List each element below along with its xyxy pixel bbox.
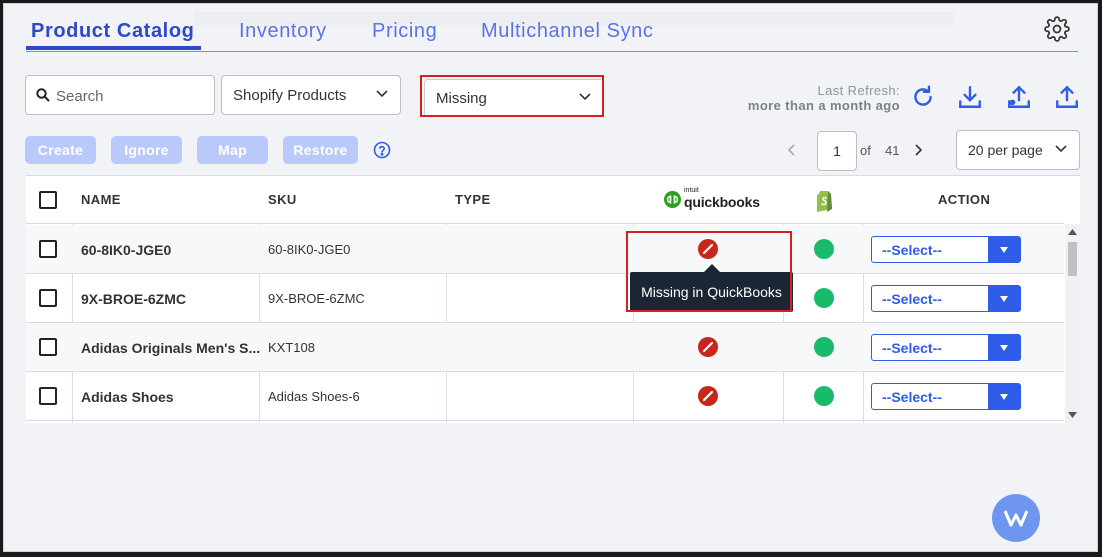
status-filter-highlight [420, 75, 604, 117]
product-name: Adidas Shoes [81, 389, 174, 405]
active-tab-underline [26, 46, 201, 50]
scroll-up-icon[interactable] [1068, 229, 1077, 235]
header-type[interactable]: TYPE [455, 176, 491, 224]
tab-pricing[interactable]: Pricing [372, 20, 437, 43]
product-name: 9X-BROE-6ZMC [81, 291, 187, 307]
per-page-select[interactable]: 20 per page [956, 130, 1080, 170]
product-name: 60-8IK0-JGE0 [81, 242, 172, 258]
tab-inventory[interactable]: Inventory [239, 20, 327, 43]
page-number-input[interactable]: 1 [817, 131, 857, 171]
download-icon[interactable] [957, 84, 983, 110]
product-sku: KXT108 [268, 340, 315, 355]
shopify-logo-icon [817, 191, 832, 212]
next-page-icon[interactable] [915, 144, 923, 156]
row-action-select[interactable]: --Select-- [871, 383, 1021, 410]
product-source-value: Shopify Products [233, 87, 347, 104]
last-refresh-label: Last Refresh: [817, 83, 900, 98]
tab-bar: Product Catalog Inventory Pricing Multic… [26, 4, 1078, 52]
app-window: Product Catalog Inventory Pricing Multic… [3, 3, 1098, 552]
map-button[interactable]: Map [197, 136, 268, 164]
synced-status-icon [814, 337, 834, 357]
row-action-value: --Select-- [882, 389, 942, 405]
dropdown-arrow-icon [988, 286, 1020, 311]
scroll-down-icon[interactable] [1068, 412, 1077, 418]
quickbooks-logo-small-text: intuit [684, 187, 699, 194]
last-refresh-value: more than a month ago [747, 98, 900, 113]
row-action-value: --Select-- [882, 291, 942, 307]
product-source-select[interactable]: Shopify Products [221, 75, 401, 115]
search-field[interactable] [25, 75, 215, 115]
create-button[interactable]: Create [25, 136, 96, 164]
settings-gear-icon[interactable] [1044, 16, 1070, 42]
last-refresh-info: Last Refresh: more than a month ago [748, 83, 900, 113]
synced-status-icon [814, 288, 834, 308]
header-sku[interactable]: SKU [268, 176, 297, 224]
row-checkbox[interactable] [39, 289, 57, 307]
scrollbar-thumb[interactable] [1068, 242, 1077, 276]
row-action-select[interactable]: --Select-- [871, 236, 1021, 263]
synced-status-icon [814, 386, 834, 406]
search-icon [36, 88, 50, 102]
table-header: NAME SKU TYPE intuit quickbooks ACTION [26, 176, 1064, 224]
row-checkbox[interactable] [39, 240, 57, 258]
chevron-down-icon [1055, 145, 1067, 153]
upload-settings-icon[interactable] [1006, 84, 1032, 110]
select-all-checkbox[interactable] [39, 191, 57, 209]
previous-page-icon[interactable] [787, 144, 795, 156]
row-checkbox[interactable] [39, 338, 57, 356]
missing-status-icon[interactable] [698, 386, 718, 406]
dropdown-arrow-icon [988, 384, 1020, 409]
row-action-value: --Select-- [882, 242, 942, 258]
row-action-value: --Select-- [882, 340, 942, 356]
quickbooks-logo-text: quickbooks [684, 194, 760, 210]
product-name: Adidas Originals Men's S... [81, 340, 261, 356]
product-sku: Adidas Shoes-6 [268, 389, 360, 404]
table-row[interactable]: 60-8IK0-JGE0 60-8IK0-JGE0 --Select-- [26, 225, 1064, 274]
quickbooks-status-highlight [626, 231, 792, 312]
row-checkbox[interactable] [39, 387, 57, 405]
search-input[interactable] [56, 86, 206, 106]
table-row[interactable]: 9X-BROE-6ZMC 9X-BROE-6ZMC --Select-- [26, 274, 1064, 323]
product-sku: 60-8IK0-JGE0 [268, 242, 351, 257]
missing-status-icon[interactable] [698, 337, 718, 357]
per-page-value: 20 per page [968, 142, 1043, 158]
dropdown-arrow-icon [988, 237, 1020, 262]
tab-multichannel-sync[interactable]: Multichannel Sync [481, 20, 654, 43]
chat-widget-button[interactable] [992, 494, 1040, 542]
header-action: ACTION [938, 192, 991, 207]
tab-product-catalog[interactable]: Product Catalog [31, 20, 194, 43]
table-row[interactable]: Adidas Shoes Adidas Shoes-6 --Select-- [26, 372, 1064, 421]
restore-button[interactable]: Restore [283, 136, 358, 164]
synced-status-icon [814, 239, 834, 259]
help-icon[interactable] [373, 141, 391, 159]
product-table: NAME SKU TYPE intuit quickbooks ACTION 6… [26, 175, 1080, 423]
page-total: 41 [885, 143, 900, 158]
table-row[interactable]: Adidas Originals Men's S... KXT108 --Sel… [26, 323, 1064, 372]
refresh-icon[interactable] [910, 84, 936, 110]
product-sku: 9X-BROE-6ZMC [268, 291, 365, 306]
upload-icon[interactable] [1054, 84, 1080, 110]
quickbooks-logo-icon [664, 191, 681, 208]
row-action-select[interactable]: --Select-- [871, 285, 1021, 312]
page-of-label: of [860, 143, 871, 158]
widget-logo-icon [1004, 510, 1028, 527]
row-action-select[interactable]: --Select-- [871, 334, 1021, 361]
ignore-button[interactable]: Ignore [111, 136, 182, 164]
chevron-down-icon [376, 90, 388, 98]
header-name[interactable]: NAME [81, 176, 121, 224]
table-scrollbar[interactable] [1065, 224, 1080, 423]
dropdown-arrow-icon [988, 335, 1020, 360]
